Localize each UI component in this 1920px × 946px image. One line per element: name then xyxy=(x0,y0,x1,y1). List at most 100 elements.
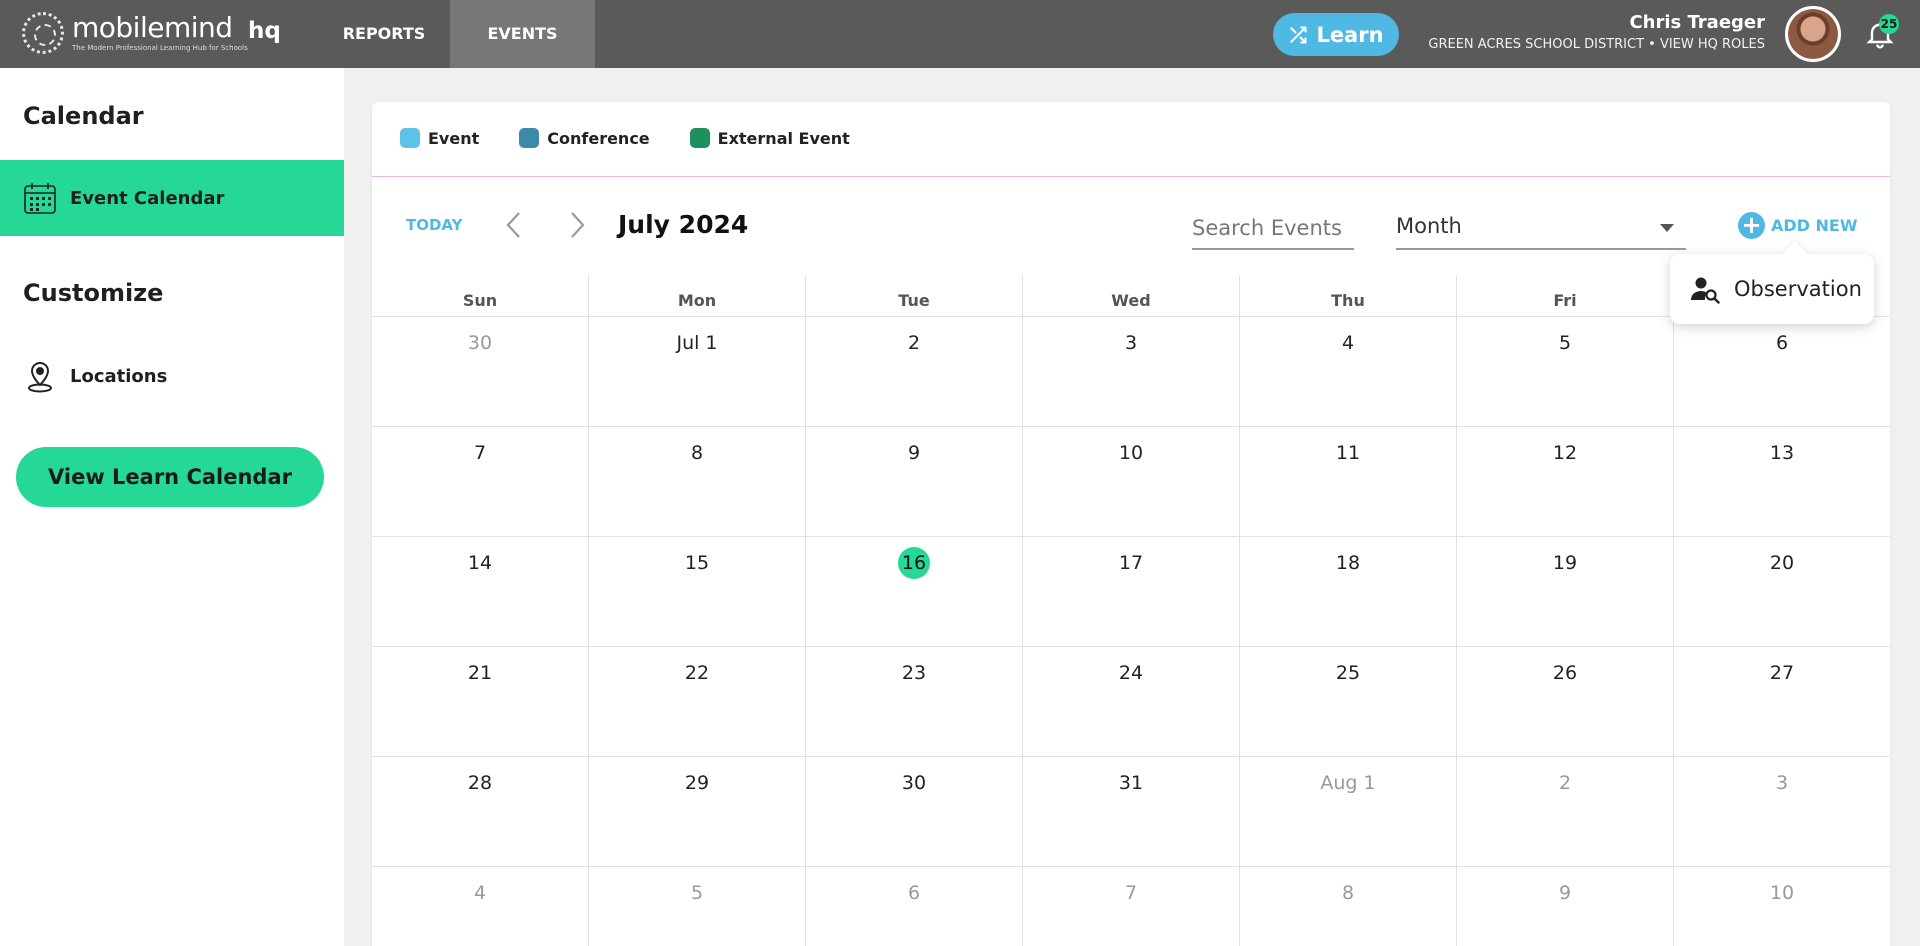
user-district-roles[interactable]: GREEN ACRES SCHOOL DISTRICT • VIEW HQ RO… xyxy=(1428,37,1765,52)
calendar-week-row: 21 22 23 24 25 26 27 xyxy=(372,647,1890,757)
user-search-icon xyxy=(1691,277,1720,304)
chevron-left-icon[interactable] xyxy=(502,210,526,240)
calendar-day-cell[interactable]: Aug 1 xyxy=(1239,757,1456,866)
day-number: 10 xyxy=(1118,442,1144,464)
calendar-day-cell[interactable]: 5 xyxy=(588,867,805,946)
calendar-day-cell[interactable]: 7 xyxy=(372,427,588,536)
add-new-label: ADD NEW xyxy=(1771,216,1858,235)
add-new-button[interactable]: + ADD NEW xyxy=(1738,212,1857,239)
calendar-day-cell[interactable]: 4 xyxy=(1239,317,1456,426)
logo-mark-icon xyxy=(22,12,64,54)
calendar-day-cell[interactable]: 13 xyxy=(1673,427,1890,536)
day-number: 4 xyxy=(473,882,487,904)
calendar-day-cell[interactable]: 11 xyxy=(1239,427,1456,536)
day-number: 30 xyxy=(467,332,493,354)
brand-logo[interactable]: mobilemind The Modern Professional Learn… xyxy=(22,12,248,54)
add-new-menu: Observation xyxy=(1670,254,1874,324)
calendar-day-cell[interactable]: 20 xyxy=(1673,537,1890,646)
view-mode-select[interactable]: Month xyxy=(1396,208,1686,250)
calendar-day-cell[interactable]: 2 xyxy=(1456,757,1673,866)
calendar-day-cell[interactable]: 10 xyxy=(1022,427,1239,536)
calendar-day-cell[interactable]: 19 xyxy=(1456,537,1673,646)
calendar-day-cell[interactable]: 27 xyxy=(1673,647,1890,756)
day-number: 12 xyxy=(1552,442,1578,464)
day-number: 16 xyxy=(898,547,930,579)
day-number: 18 xyxy=(1335,552,1361,574)
calendar-day-cell[interactable]: 12 xyxy=(1456,427,1673,536)
nav-tab-events[interactable]: EVENTS xyxy=(450,0,595,68)
calendar-day-cell[interactable]: 30 xyxy=(805,757,1022,866)
calendar-weeks: 30 Jul 1 2 3 4 5 6 7 8 9 10 11 12 13 14 15 16 17 18 19 20 21 2… xyxy=(372,317,1890,946)
menu-item-observation[interactable]: Observation xyxy=(1734,277,1862,301)
calendar-day-cell[interactable]: 2 xyxy=(805,317,1022,426)
calendar-day-cell[interactable]: 15 xyxy=(588,537,805,646)
legend-label: Event xyxy=(428,128,480,148)
calendar-day-cell[interactable]: 22 xyxy=(588,647,805,756)
calendar-week-row: 4 5 6 7 8 9 10 xyxy=(372,867,1890,946)
calendar-day-cell[interactable]: 26 xyxy=(1456,647,1673,756)
calendar-day-cell[interactable]: 4 xyxy=(372,867,588,946)
nav-tab-reports[interactable]: REPORTS xyxy=(326,0,442,68)
calendar-day-cell[interactable]: 28 xyxy=(372,757,588,866)
learn-button[interactable]: Learn xyxy=(1273,13,1399,56)
today-button[interactable]: TODAY xyxy=(406,216,462,234)
calendar-day-cell[interactable]: 5 xyxy=(1456,317,1673,426)
calendar-day-cell[interactable]: 10 xyxy=(1673,867,1890,946)
event-type-legend: Event Conference External Event xyxy=(400,128,850,148)
day-number: 14 xyxy=(467,552,493,574)
calendar-day-cell[interactable]: 3 xyxy=(1673,757,1890,866)
chevron-right-icon[interactable] xyxy=(565,210,589,240)
day-number: 7 xyxy=(473,442,487,464)
calendar-day-cell[interactable]: 18 xyxy=(1239,537,1456,646)
sidebar-item-locations[interactable]: Locations xyxy=(0,338,344,414)
day-number: 4 xyxy=(1341,332,1355,354)
avatar[interactable] xyxy=(1785,6,1841,62)
calendar-day-cell[interactable]: 29 xyxy=(588,757,805,866)
legend-label: External Event xyxy=(717,128,850,148)
day-number: 11 xyxy=(1335,442,1361,464)
day-number: 13 xyxy=(1769,442,1795,464)
calendar-icon xyxy=(24,183,56,214)
calendar-day-cell[interactable]: 6 xyxy=(1673,317,1890,426)
legend-swatch xyxy=(400,128,420,148)
sidebar-item-event-calendar[interactable]: Event Calendar xyxy=(0,160,344,236)
calendar-day-cell[interactable]: 3 xyxy=(1022,317,1239,426)
calendar-day-cell[interactable]: 21 xyxy=(372,647,588,756)
location-pin-icon xyxy=(28,362,52,393)
calendar-day-cell[interactable]: 30 xyxy=(372,317,588,426)
learn-button-label: Learn xyxy=(1316,22,1384,47)
calendar-day-cell[interactable]: 25 xyxy=(1239,647,1456,756)
calendar-day-cell[interactable]: Jul 1 xyxy=(588,317,805,426)
calendar-day-cell[interactable]: 17 xyxy=(1022,537,1239,646)
sidebar: Calendar Event Calendar Customize Locati… xyxy=(0,68,344,946)
calendar-day-cell-today[interactable]: 16 xyxy=(805,537,1022,646)
day-number: Jul 1 xyxy=(676,332,718,354)
calendar-day-cell[interactable]: 23 xyxy=(805,647,1022,756)
search-events-input[interactable] xyxy=(1192,208,1354,250)
day-number: 5 xyxy=(1558,332,1572,354)
day-of-week-label: Mon xyxy=(588,275,805,316)
legend-divider xyxy=(372,176,1890,177)
day-number: 3 xyxy=(1775,772,1789,794)
calendar-day-cell[interactable]: 8 xyxy=(1239,867,1456,946)
day-of-week-header: SunMonTueWedThuFriSat xyxy=(372,275,1890,317)
day-number: 8 xyxy=(1341,882,1355,904)
calendar-day-cell[interactable]: 14 xyxy=(372,537,588,646)
day-number: 7 xyxy=(1124,882,1138,904)
calendar-week-row: 14 15 16 17 18 19 20 xyxy=(372,537,1890,647)
calendar-day-cell[interactable]: 8 xyxy=(588,427,805,536)
day-number: 15 xyxy=(684,552,710,574)
calendar-day-cell[interactable]: 9 xyxy=(805,427,1022,536)
calendar-day-cell[interactable]: 6 xyxy=(805,867,1022,946)
calendar-day-cell[interactable]: 7 xyxy=(1022,867,1239,946)
legend-item-external-event: External Event xyxy=(689,128,850,148)
view-mode-value: Month xyxy=(1396,214,1462,238)
calendar-day-cell[interactable]: 9 xyxy=(1456,867,1673,946)
day-number: 3 xyxy=(1124,332,1138,354)
day-number: 10 xyxy=(1769,882,1795,904)
shuffle-icon xyxy=(1290,26,1307,43)
brand-name: mobilemind xyxy=(72,11,233,44)
calendar-day-cell[interactable]: 31 xyxy=(1022,757,1239,866)
view-learn-calendar-button[interactable]: View Learn Calendar xyxy=(16,447,324,507)
calendar-day-cell[interactable]: 24 xyxy=(1022,647,1239,756)
